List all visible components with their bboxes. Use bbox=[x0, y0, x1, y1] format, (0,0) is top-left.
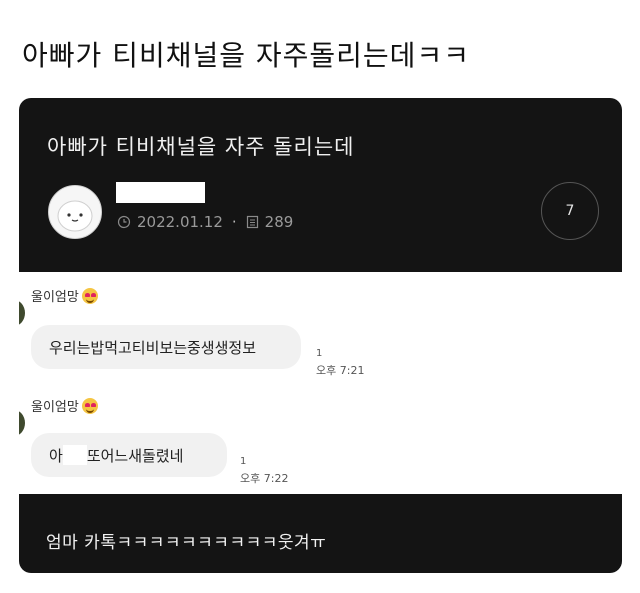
comment-count: 7 bbox=[565, 203, 575, 219]
message-text: 아 bbox=[49, 446, 63, 465]
chat-bubble: 아 또어느새돌렸네 bbox=[31, 433, 227, 477]
author-name-redacted bbox=[116, 182, 205, 203]
chat-screenshot: 울이엄망 우리는밥먹고티비보는중생생정보 1 오후 7:21 울이엄망 아 또어… bbox=[19, 272, 622, 494]
post-date: 2022.01.12 bbox=[137, 213, 223, 231]
read-count: 1 bbox=[240, 456, 247, 467]
read-count: 1 bbox=[316, 348, 323, 359]
sender-name: 울이엄망 bbox=[31, 396, 98, 415]
message-text: 우리는밥먹고티비보는중생생정보 bbox=[49, 338, 257, 357]
meta-separator: · bbox=[231, 213, 237, 231]
sender-name: 울이엄망 bbox=[31, 286, 98, 305]
sender-avatar bbox=[19, 300, 25, 326]
sender-avatar bbox=[19, 410, 25, 436]
author-avatar[interactable] bbox=[48, 185, 102, 239]
redacted-text bbox=[62, 445, 87, 465]
post-card: 아빠가 티비채널을 자주 돌리는데 2022.01.12 · 289 7 울이엄… bbox=[19, 98, 622, 573]
message-text: 또어느새돌렸네 bbox=[86, 446, 184, 465]
heart-eyes-emoji-icon bbox=[81, 397, 98, 414]
message-time: 오후 7:21 bbox=[316, 364, 365, 377]
post-caption: 엄마 카톡ㅋㅋㅋㅋㅋㅋㅋㅋㅋㅋ웃겨ㅠ bbox=[46, 533, 327, 553]
post-views: 289 bbox=[264, 213, 294, 231]
comment-count-button[interactable]: 7 bbox=[541, 182, 599, 240]
document-icon bbox=[246, 215, 258, 229]
post-title: 아빠가 티비채널을 자주 돌리는데 bbox=[47, 135, 355, 159]
message-time: 오후 7:22 bbox=[240, 472, 289, 485]
clock-icon bbox=[117, 215, 131, 229]
chat-bubble: 우리는밥먹고티비보는중생생정보 bbox=[31, 325, 301, 369]
avatar-character-icon bbox=[57, 200, 93, 232]
heart-eyes-emoji-icon bbox=[81, 287, 98, 304]
post-meta: 2022.01.12 · 289 bbox=[117, 213, 293, 231]
page-title: 아빠가 티비채널을 자주돌리는데ㅋㅋ bbox=[22, 39, 470, 72]
